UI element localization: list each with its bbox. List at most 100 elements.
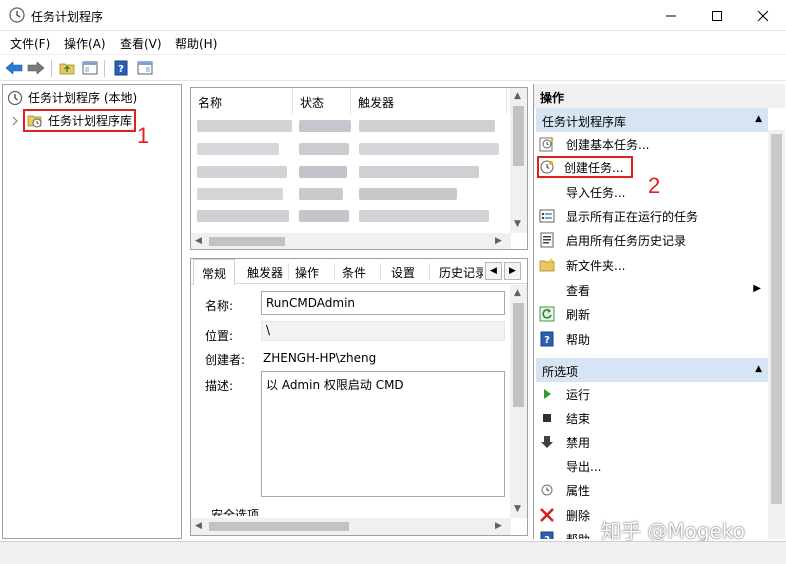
column-status[interactable]: 状态 — [293, 88, 351, 114]
console-tree-pane: 任务计划程序 (本地) 任务计划程序库 1 — [2, 84, 182, 539]
action-label: 导入任务... — [566, 185, 626, 200]
action-run[interactable]: 运行 — [539, 383, 767, 405]
action-view[interactable]: 查看 ▶ — [539, 279, 767, 301]
create-task-icon — [540, 160, 554, 174]
tab-separator — [380, 263, 381, 280]
history-icon — [540, 232, 554, 248]
action-help[interactable]: ? 帮助 — [539, 328, 767, 350]
scroll-thumb[interactable] — [513, 303, 524, 407]
scroll-thumb[interactable] — [771, 134, 782, 504]
help-button[interactable]: ? — [112, 59, 130, 77]
list-item[interactable] — [197, 120, 497, 132]
action-enable-history[interactable]: 启用所有任务历史记录 — [539, 229, 767, 251]
list-item[interactable] — [197, 210, 497, 222]
action-label: 运行 — [566, 387, 591, 402]
action-label: 帮助 — [566, 531, 590, 540]
action-label: 显示所有正在运行的任务 — [566, 209, 699, 224]
folder-up-icon — [59, 63, 75, 75]
menu-view[interactable]: 查看(V) — [120, 35, 162, 52]
section-selected-item[interactable]: 所选项 ▲ — [536, 358, 768, 382]
action-pane-scrollbar[interactable] — [768, 130, 785, 539]
maximize-button[interactable] — [694, 0, 740, 31]
list-item[interactable] — [197, 166, 497, 178]
column-name[interactable]: 名称 — [191, 88, 293, 114]
action-new-folder[interactable]: 新文件夹... — [539, 254, 767, 276]
stop-icon — [543, 414, 551, 422]
tab-history[interactable]: 历史记录 — [439, 264, 483, 281]
section-selected-title: 所选项 — [542, 365, 579, 379]
section-library[interactable]: 任务计划程序库 ▲ — [536, 108, 768, 132]
menu-action[interactable]: 操作(A) — [64, 35, 106, 52]
tab-general[interactable]: 常规 — [193, 259, 236, 285]
tab-settings[interactable]: 设置 — [391, 264, 415, 281]
submenu-arrow-icon: ▶ — [753, 283, 761, 294]
tab-scroll-right-button[interactable]: ▶ — [504, 262, 521, 280]
close-icon — [757, 10, 769, 21]
help-book-icon: ? — [114, 60, 128, 76]
horizontal-scrollbar[interactable]: ◀ ▶ — [191, 233, 511, 249]
folder-clock-icon — [27, 115, 42, 127]
author-label: 创建者: — [205, 353, 246, 367]
forward-button[interactable] — [27, 59, 45, 77]
scroll-thumb[interactable] — [513, 106, 524, 166]
collapse-up-icon[interactable]: ▲ — [755, 114, 762, 124]
task-detail-pane: 常规 触发器 操作 条件 设置 历史记录 ◀ ▶ 名称: RunCMDAdmin… — [190, 258, 528, 536]
tab-scroll-left-button[interactable]: ◀ — [485, 262, 502, 280]
back-arrow-icon — [5, 61, 23, 75]
action-label: 查看 — [566, 283, 591, 298]
horizontal-scrollbar[interactable]: ◀ ▶ — [191, 518, 511, 535]
tree-item-library[interactable]: 任务计划程序库 — [11, 109, 137, 132]
minimize-icon — [666, 15, 676, 16]
tab-separator — [429, 263, 430, 280]
tab-conditions[interactable]: 条件 — [342, 264, 366, 281]
chevron-right-icon[interactable] — [11, 116, 19, 126]
name-field[interactable]: RunCMDAdmin — [261, 291, 505, 315]
scroll-thumb[interactable] — [209, 237, 285, 246]
menu-help[interactable]: 帮助(H) — [175, 35, 217, 52]
action-properties[interactable]: 属性 — [539, 479, 767, 501]
toolbar: ? — [0, 54, 786, 81]
action-import-task[interactable]: 导入任务... — [539, 181, 767, 203]
column-triggers[interactable]: 触发器 — [351, 88, 507, 114]
new-folder-icon — [539, 258, 555, 272]
action-refresh[interactable]: 刷新 — [539, 303, 767, 325]
action-create-basic-task[interactable]: 创建基本任务... — [539, 133, 767, 155]
description-field[interactable]: 以 Admin 权限启动 CMD — [261, 371, 505, 497]
minimize-button[interactable] — [648, 0, 694, 31]
console-tree-icon — [82, 61, 98, 75]
show-hide-tree-button[interactable] — [81, 59, 99, 77]
tree-root-item[interactable]: 任务计划程序 (本地) — [7, 89, 137, 106]
action-label: 帮助 — [566, 332, 591, 347]
tab-triggers[interactable]: 触发器 — [247, 264, 283, 281]
blank-icon — [539, 282, 555, 298]
annotation-number: 1 — [137, 123, 150, 148]
show-hide-action-pane-button[interactable] — [136, 59, 154, 77]
actions-header: 操作 — [534, 84, 785, 108]
menu-file[interactable]: 文件(F) — [10, 35, 50, 52]
scroll-thumb[interactable] — [209, 522, 349, 531]
action-end[interactable]: 结束 — [539, 407, 767, 429]
action-display-running-tasks[interactable]: 显示所有正在运行的任务 — [539, 205, 767, 227]
action-export[interactable]: 导出... — [539, 455, 767, 477]
action-label: 禁用 — [566, 435, 591, 450]
close-button[interactable] — [740, 0, 786, 31]
action-create-task[interactable]: 创建任务... — [537, 156, 633, 178]
disable-arrow-icon — [541, 436, 553, 448]
clock-icon — [7, 90, 23, 105]
action-label: 删除 — [566, 508, 591, 523]
tab-actions[interactable]: 操作 — [295, 264, 319, 281]
svg-text:?: ? — [544, 335, 550, 346]
collapse-up-icon[interactable]: ▲ — [755, 364, 762, 374]
back-button[interactable] — [5, 59, 23, 77]
svg-text:?: ? — [544, 535, 550, 539]
forward-arrow-icon — [27, 61, 45, 75]
vertical-scrollbar[interactable]: ▲ ▼ — [510, 285, 527, 518]
action-disable[interactable]: 禁用 — [539, 431, 767, 453]
list-item[interactable] — [197, 188, 497, 200]
basic-task-icon — [539, 136, 554, 152]
up-folder-button[interactable] — [58, 59, 76, 77]
location-label: 位置: — [205, 329, 234, 343]
description-label: 描述: — [205, 379, 234, 393]
list-item[interactable] — [197, 143, 499, 155]
vertical-scrollbar[interactable]: ▲ ▼ — [510, 88, 527, 233]
